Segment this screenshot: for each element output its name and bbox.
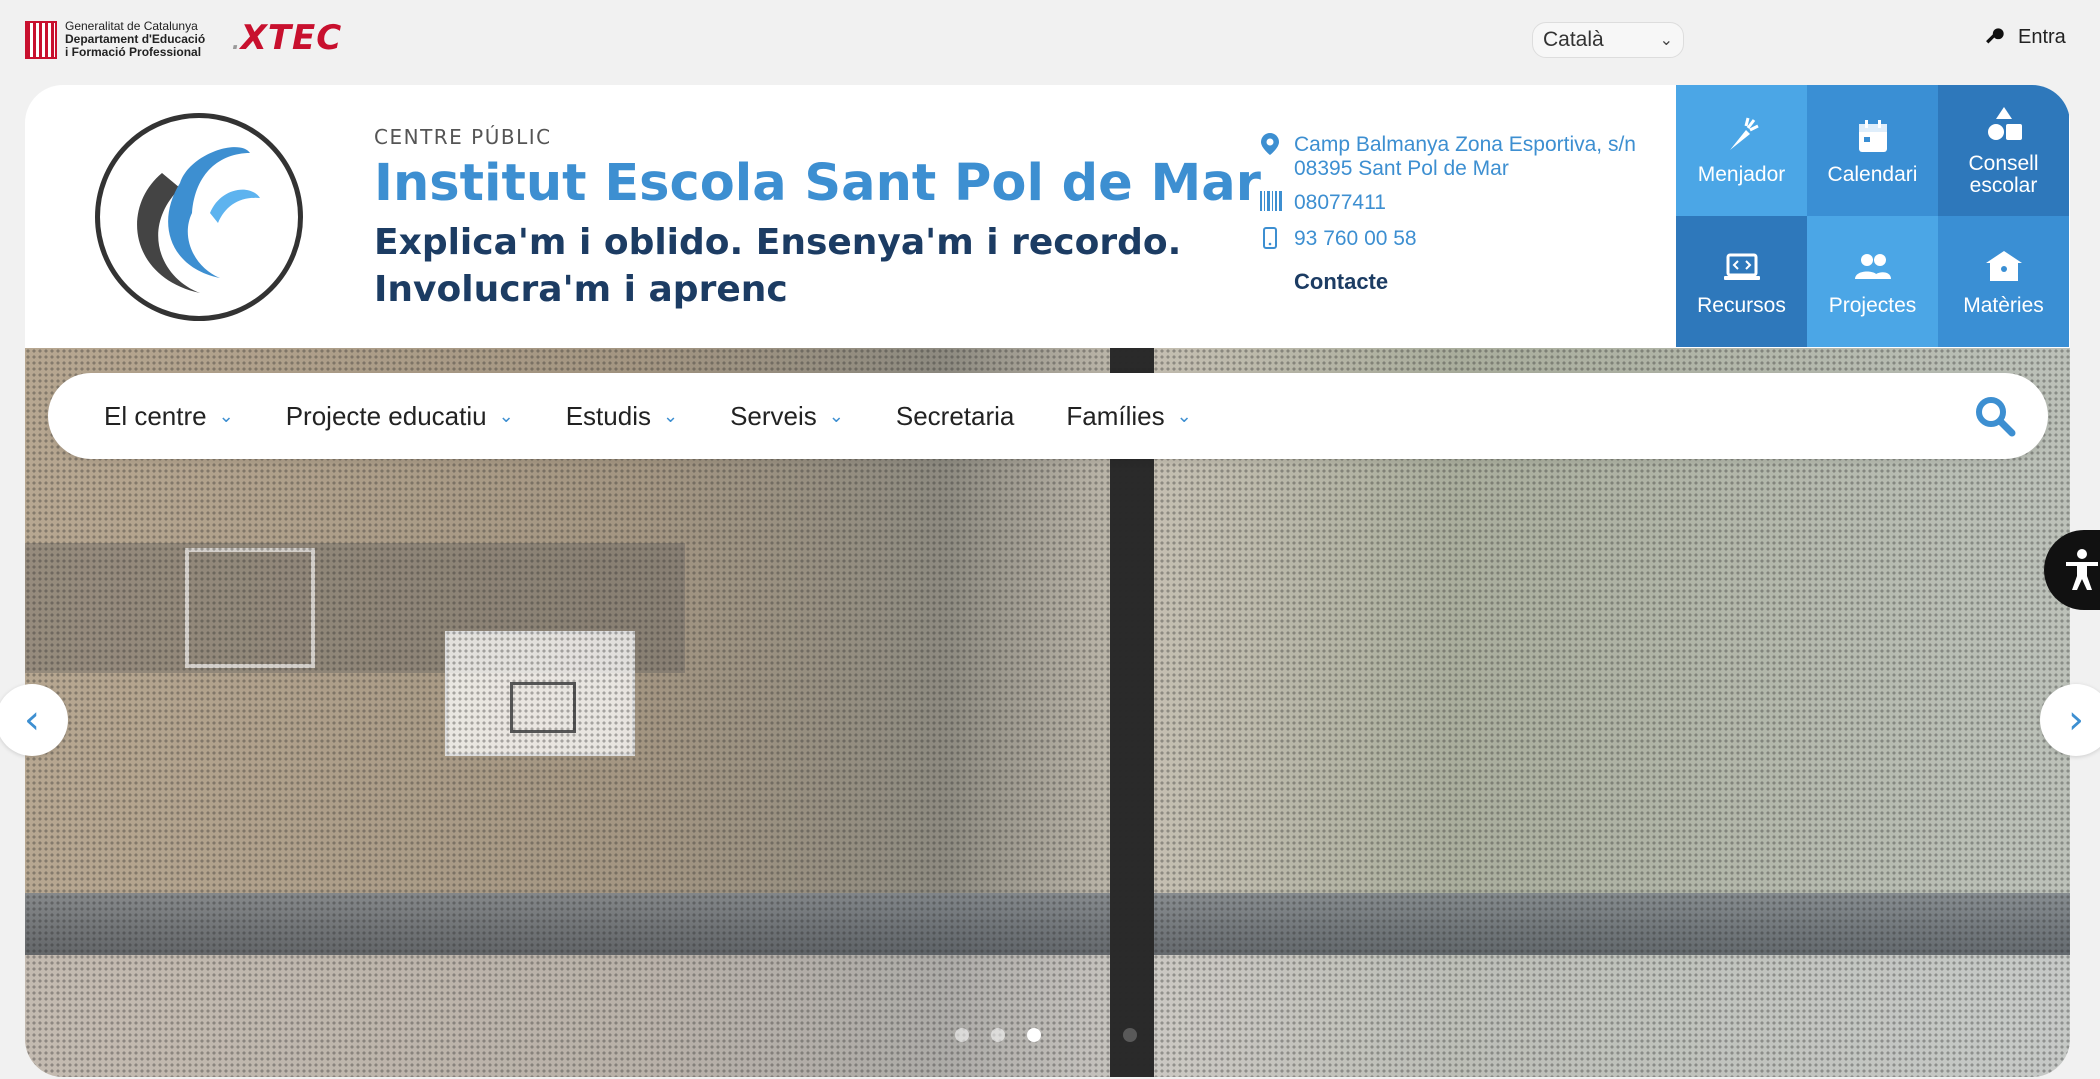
calendar-icon [1858,119,1887,152]
nav-label: Projecte educatiu [285,400,487,431]
gencat-text: Generalitat de Catalunya Departament d'E… [65,20,205,59]
chevron-down-icon: ⌄ [828,405,844,426]
tile-consell-escolar[interactable]: Consell escolar [1938,85,2069,216]
gencat-line-2: Departament d'Educació [65,32,206,46]
center-type: CENTRE PÚBLIC [374,125,552,149]
phone-row[interactable]: 93 760 00 58 [1260,227,1636,255]
school-logo[interactable] [95,113,303,321]
barcode-icon [1260,191,1282,217]
contact-link[interactable]: Contacte [1294,269,1636,295]
chevron-left-icon: ‹ [24,697,40,743]
header-text: CENTRE PÚBLIC Institut Escola Sant Pol d… [374,125,1261,313]
address-row[interactable]: Camp Balmanya Zona Esportiva, s/n 08395 … [1260,133,1636,181]
tile-label: Consell escolar [1968,151,2039,197]
nav-label: Famílies [1066,400,1165,431]
chevron-right-icon: › [2068,697,2084,743]
nav-item-el-centre[interactable]: El centre ⌄ [104,401,234,432]
slider-dot[interactable] [955,1028,969,1042]
center-code: 08077411 [1294,191,1386,214]
nav-label: Serveis [730,400,817,431]
nav-label: El centre [104,400,207,431]
chevron-down-icon: ⌄ [1659,32,1673,49]
phone-number: 93 760 00 58 [1294,227,1417,250]
tile-materies[interactable]: Matèries [1938,216,2069,347]
login-link[interactable]: Entra [1982,24,2066,50]
motto-line-1: Explica'm i oblido. Ensenya'm i recordo. [374,222,1182,263]
tile-menjador[interactable]: Menjador [1676,85,1807,216]
contact-info: Camp Balmanya Zona Esportiva, s/n 08395 … [1260,133,1636,295]
xtec-label: XTEC [240,18,343,58]
nav-item-secretaria[interactable]: Secretaria [896,401,1015,432]
gencat-logo-link[interactable]: Generalitat de Catalunya Departament d'E… [25,20,205,59]
nav-item-projecte-educatiu[interactable]: Projecte educatiu ⌄ [286,401,514,432]
tile-label: Calendari [1827,162,1918,186]
laptop-code-icon [1723,253,1760,280]
tile-label: Projectes [1828,293,1917,317]
school-name[interactable]: Institut Escola Sant Pol de Mar [374,153,1261,215]
nav-label: Secretaria [895,400,1015,431]
nav-item-families[interactable]: Famílies ⌄ [1066,401,1191,432]
key-icon [1986,28,2004,44]
tile-recursos[interactable]: Recursos [1676,216,1807,347]
code-row: 08077411 [1260,191,1636,217]
gencat-emblem [25,20,57,59]
chevron-down-icon: ⌄ [1176,405,1192,426]
slider-dot-active[interactable] [1027,1028,1041,1042]
xtec-logo[interactable]: .XTEC [232,18,342,58]
quick-links: Menjador Calendari Consell escolar Recur… [1676,85,2070,347]
mobile-phone-icon [1260,227,1280,255]
top-bar: Generalitat de Catalunya Departament d'E… [0,0,2100,80]
header-card: CENTRE PÚBLIC Institut Escola Sant Pol d… [25,85,2070,1077]
tile-label: Menjador [1697,162,1786,186]
slider-dot[interactable] [1123,1028,1137,1042]
users-icon [1854,253,1891,279]
motto-line-2: Involucra'm i aprenc [374,269,788,310]
language-selected: Català [1543,28,1604,51]
nav-item-serveis[interactable]: Serveis ⌄ [730,401,844,432]
gencat-line-3: i Formació Professional [65,45,202,59]
tile-projectes[interactable]: Projectes [1807,216,1938,347]
tile-label: Recursos [1697,293,1786,317]
carrot-icon [1729,117,1759,150]
chevron-down-icon: ⌄ [218,405,234,426]
login-label: Entra [2018,25,2066,48]
school-logo-graphic [137,147,260,293]
address-line-1: Camp Balmanya Zona Esportiva, s/n [1294,133,1636,156]
main-nav: El centre ⌄ Projecte educatiu ⌄ Estudis … [48,373,2048,459]
address-line-2: 08395 Sant Pol de Mar [1294,157,1509,180]
nav-item-estudis[interactable]: Estudis ⌄ [566,401,678,432]
tile-label: Matèries [1963,293,2044,317]
accessibility-icon [2066,549,2098,590]
language-select[interactable]: Català ⌄ [1532,22,1684,58]
tile-calendari[interactable]: Calendari [1807,85,1938,216]
shapes-icon [1987,106,2022,140]
chevron-down-icon: ⌄ [498,405,514,426]
chevron-down-icon: ⌄ [662,405,679,426]
slider-dots [955,1028,1137,1042]
slider-dot[interactable] [991,1028,1005,1042]
map-pin-icon [1260,133,1280,161]
nav-label: Estudis [565,400,651,431]
search-icon[interactable] [1972,393,2018,439]
school-icon [1985,250,2022,281]
school-motto: Explica'm i oblido. Ensenya'm i recordo.… [374,219,1261,313]
